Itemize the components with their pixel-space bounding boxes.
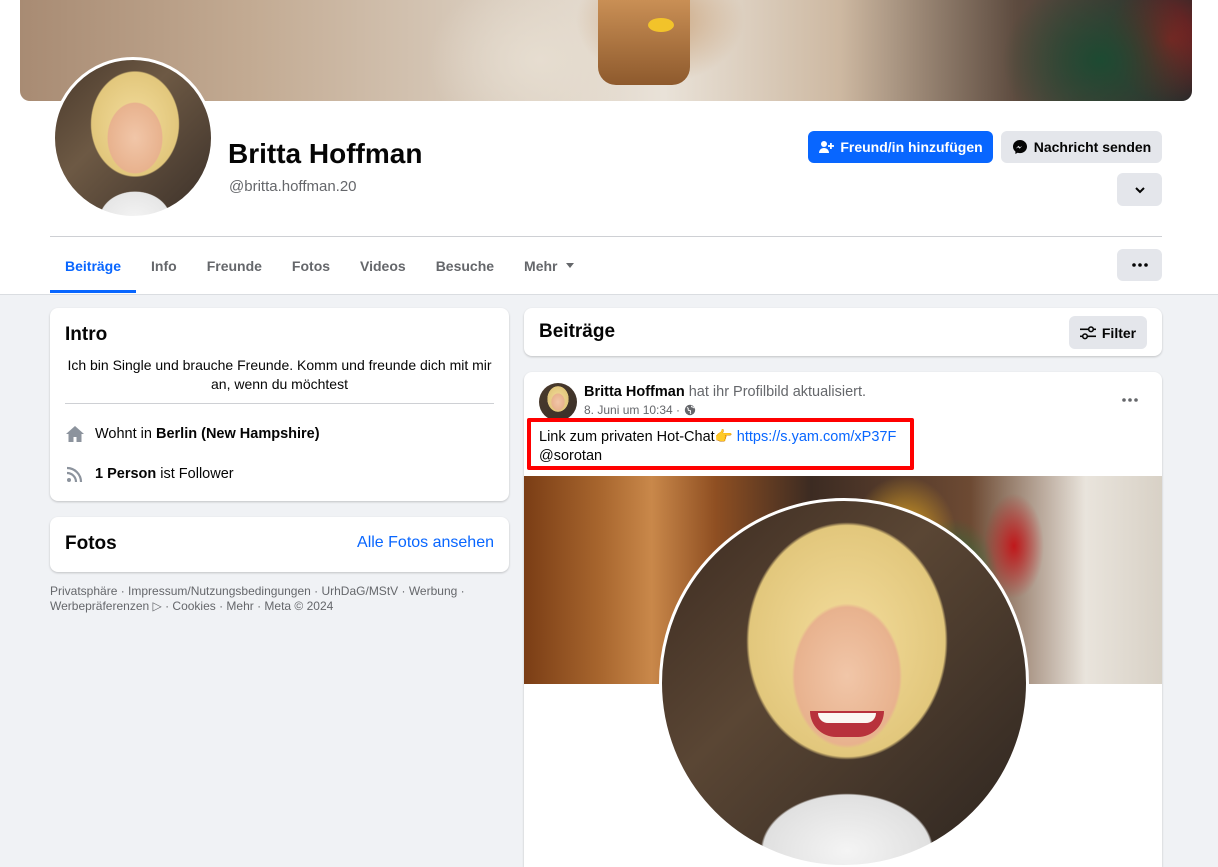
- posts-title: Beiträge: [539, 321, 616, 342]
- expand-button[interactable]: [1117, 173, 1162, 206]
- more-horizontal-icon: [1122, 398, 1138, 402]
- messenger-icon: [1012, 140, 1027, 154]
- see-all-photos-link[interactable]: Alle Fotos ansehen: [357, 534, 494, 552]
- post-profile-photo[interactable]: [659, 498, 1029, 867]
- lives-in-location[interactable]: Berlin (New Hampshire): [156, 426, 320, 442]
- lives-in-prefix: Wohnt in: [95, 426, 156, 442]
- intro-divider: [65, 403, 494, 404]
- post-card: Britta Hoffman hat ihr Profilbild aktual…: [524, 372, 1162, 867]
- followers-suffix: ist Follower: [156, 466, 234, 482]
- chevron-down-icon: [1134, 186, 1145, 193]
- post-text-prefix: Link zum privaten Hot-Chat👉: [539, 429, 737, 445]
- send-message-label: Nachricht senden: [1033, 139, 1152, 155]
- post-mention[interactable]: @sorotan: [539, 447, 896, 466]
- posts-header-card: Beiträge Filter: [524, 308, 1162, 356]
- tab-mehr[interactable]: Mehr: [509, 250, 588, 293]
- more-horizontal-icon: [1131, 263, 1148, 267]
- globe-icon: [684, 404, 696, 416]
- header-divider: [50, 236, 1162, 237]
- filter-button[interactable]: Filter: [1069, 316, 1147, 349]
- intro-card: Intro Ich bin Single und brauche Freunde…: [50, 308, 509, 501]
- footer-line-2[interactable]: Werbepräferenzen ▷ · Cookies · Mehr · Me…: [50, 599, 490, 614]
- post-date[interactable]: 8. Juni um 10:34 ·: [584, 403, 680, 417]
- photos-card: Fotos Alle Fotos ansehen: [50, 517, 509, 572]
- post-link[interactable]: https://s.yam.com/xP37F: [737, 429, 897, 445]
- post-text: Link zum privaten Hot-Chat👉 https://s.ya…: [539, 428, 896, 466]
- filter-sliders-icon: [1079, 325, 1096, 339]
- tab-freunde[interactable]: Freunde: [192, 250, 277, 293]
- home-icon: [65, 424, 85, 444]
- profile-handle: @britta.hoffman.20: [229, 178, 357, 195]
- post-options-button[interactable]: [1115, 388, 1145, 412]
- profile-name: Britta Hoffman: [228, 138, 423, 169]
- tab-besuche[interactable]: Besuche: [421, 250, 509, 293]
- tab-videos[interactable]: Videos: [345, 250, 421, 293]
- add-friend-icon: [819, 141, 835, 153]
- send-message-button[interactable]: Nachricht senden: [1001, 131, 1162, 163]
- profile-tabs: Beiträge Info Freunde Fotos Videos Besuc…: [50, 250, 589, 294]
- caret-down-icon: [565, 263, 574, 268]
- photos-title: Fotos: [65, 533, 117, 554]
- post-meta: 8. Juni um 10:34 ·: [584, 403, 696, 417]
- add-friend-button[interactable]: Freund/in hinzufügen: [808, 131, 993, 163]
- footer-line-1[interactable]: Privatsphäre · Impressum/Nutzungsbedingu…: [50, 584, 490, 599]
- intro-title: Intro: [65, 324, 108, 345]
- intro-bio: Ich bin Single und brauche Freunde. Komm…: [67, 357, 492, 392]
- tab-beitraege[interactable]: Beiträge: [50, 250, 137, 293]
- tab-info[interactable]: Info: [136, 250, 192, 293]
- post-author-name[interactable]: Britta Hoffman: [584, 384, 685, 400]
- more-options-button[interactable]: [1117, 249, 1162, 281]
- tab-fotos[interactable]: Fotos: [277, 250, 345, 293]
- followers-row: 1 Person ist Follower: [65, 464, 234, 484]
- post-author-line: Britta Hoffman hat ihr Profilbild aktual…: [584, 384, 866, 400]
- lives-in-row: Wohnt in Berlin (New Hampshire): [65, 424, 320, 444]
- footer-links: Privatsphäre · Impressum/Nutzungsbedingu…: [50, 584, 490, 614]
- rss-feed-icon: [65, 464, 85, 484]
- profile-picture[interactable]: [52, 57, 214, 219]
- post-action-text: hat ihr Profilbild aktualisiert.: [684, 384, 867, 400]
- filter-label: Filter: [1101, 324, 1137, 341]
- followers-count[interactable]: 1 Person: [95, 466, 156, 482]
- post-author-avatar[interactable]: [539, 383, 577, 421]
- add-friend-label: Freund/in hinzufügen: [840, 139, 983, 155]
- cover-phone-shape: [598, 0, 690, 85]
